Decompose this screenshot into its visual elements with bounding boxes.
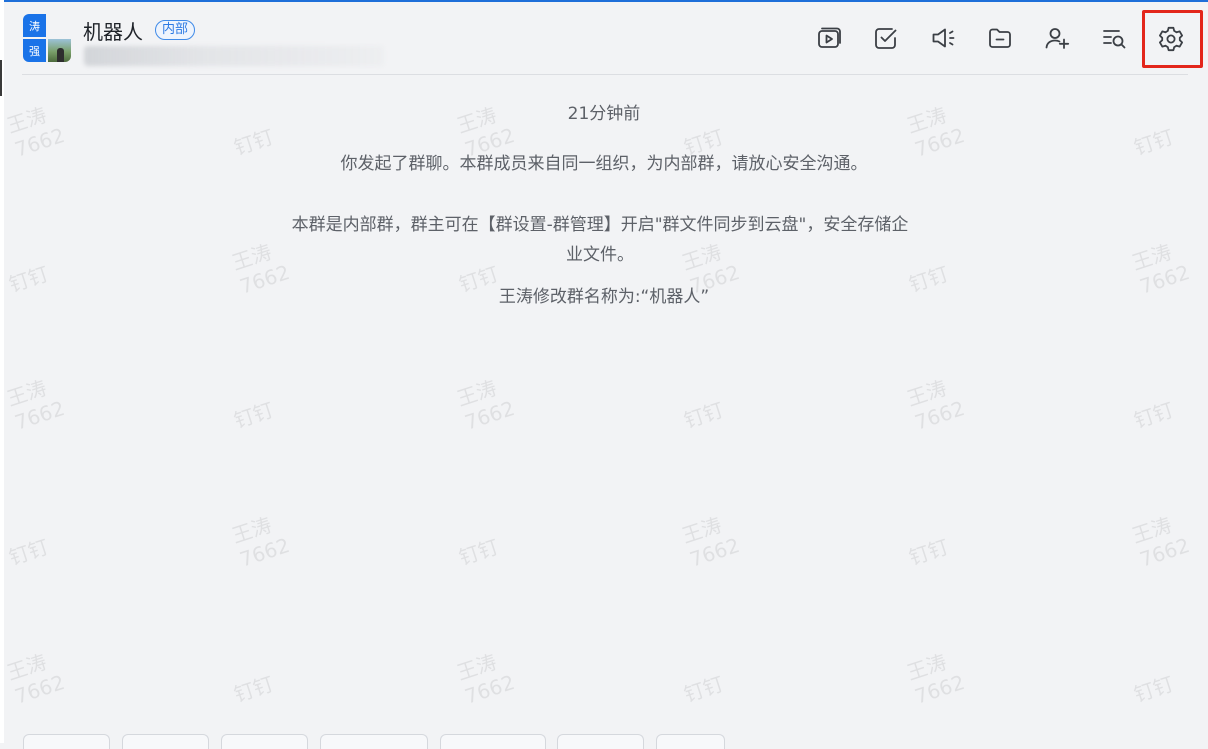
system-message-internal-group: 本群是内部群，群主可在【群设置-群管理】开启"群文件同步到云盘"，安全存储企业文…: [291, 215, 909, 265]
message-timestamp: 21分钟前: [567, 104, 641, 124]
watermark-app: 钉钉: [1131, 397, 1177, 433]
media-button[interactable]: [811, 20, 847, 56]
watermark-user: 王涛 7662: [229, 512, 293, 572]
chat-header: 涛 强 机器人 内部: [4, 2, 1208, 74]
watermark-user: 王涛 7662: [454, 375, 518, 435]
watermark-user: 王涛 7662: [904, 375, 968, 435]
watermark-app: 钉钉: [456, 534, 502, 570]
watermark-app: 钉钉: [681, 397, 727, 433]
quick-action-chip[interactable]: [23, 734, 110, 749]
watermark-user: 王涛 7662: [4, 375, 68, 435]
add-member-button[interactable]: [1039, 20, 1075, 56]
watermark-app: 钉钉: [231, 671, 277, 707]
search-history-button[interactable]: [1096, 20, 1132, 56]
watermark-user: 王涛 7662: [679, 512, 743, 572]
avatar-person-icon: [57, 48, 64, 62]
quick-action-chip[interactable]: [122, 734, 209, 749]
speaker-icon: [932, 28, 955, 48]
checkbox-icon: [875, 28, 897, 49]
todo-button[interactable]: [868, 20, 904, 56]
watermark-user: 王涛 7662: [454, 649, 518, 709]
avatar-tile-1: 涛: [23, 14, 46, 37]
watermark-app: 钉钉: [231, 397, 277, 433]
internal-tag: 内部: [155, 20, 196, 40]
watermark-app: 钉钉: [1131, 671, 1177, 707]
avatar-tile-photo: [48, 39, 71, 62]
files-button[interactable]: [982, 20, 1018, 56]
header-divider: [22, 74, 1188, 75]
system-message-renamed: 王涛修改群名称为:“机器人”: [498, 287, 710, 307]
avatar-tile-2: 强: [23, 39, 46, 62]
list-search-icon: [1103, 30, 1126, 49]
settings-highlight-box: [1142, 10, 1203, 68]
group-subtitle-redacted: [84, 46, 384, 66]
watermark-user: 王涛 7662: [4, 649, 68, 709]
watermark-app: 钉钉: [681, 671, 727, 707]
quick-action-chip[interactable]: [656, 734, 725, 749]
quick-action-chip[interactable]: [440, 734, 546, 749]
window-left-edge-mark: [0, 60, 2, 96]
video-play-icon: [818, 27, 841, 48]
watermark-user: 王涛 7662: [904, 649, 968, 709]
watermark-user: 王涛 7662: [1129, 512, 1193, 572]
watermark-app: 钉钉: [6, 534, 52, 570]
group-title[interactable]: 机器人: [83, 16, 143, 45]
quick-action-chip[interactable]: [557, 734, 644, 749]
announcement-button[interactable]: [925, 20, 961, 56]
quick-action-chip[interactable]: [320, 734, 428, 749]
add-user-icon: [1045, 28, 1070, 49]
watermark-app: 钉钉: [906, 534, 952, 570]
folder-icon: [989, 28, 1011, 48]
group-avatar[interactable]: 涛 强: [23, 14, 71, 62]
system-message-group-created: 你发起了群聊。本群成员来自同一组织，为内部群，请放心安全沟通。: [340, 154, 868, 174]
avatar-tile-blank: [48, 14, 71, 37]
quick-action-chip[interactable]: [221, 734, 308, 749]
